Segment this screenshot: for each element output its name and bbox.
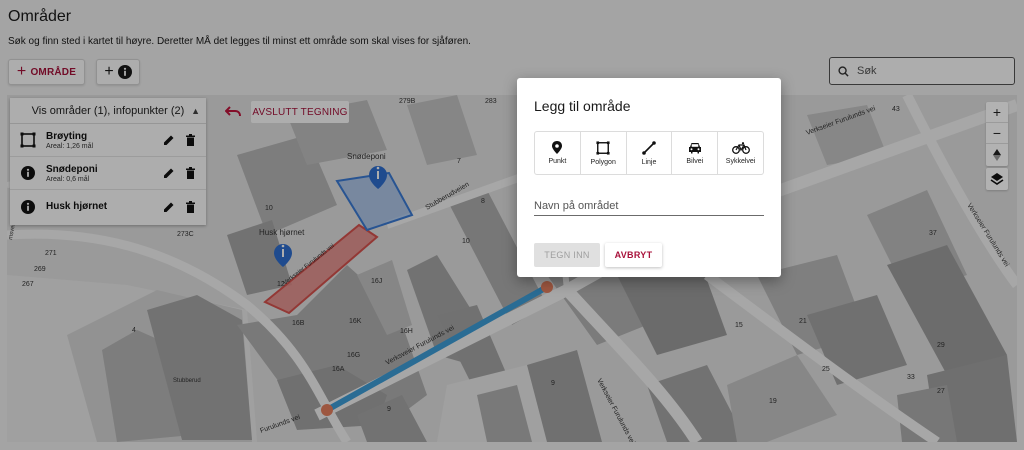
- layers-button[interactable]: [986, 168, 1008, 189]
- map-zoom-controls: + −: [986, 102, 1008, 166]
- type-option-bicycle-road[interactable]: Sykkelvei: [718, 132, 763, 174]
- info-icon: [21, 199, 35, 214]
- type-option-label: Bilvei: [686, 157, 704, 165]
- end-drawing-button[interactable]: AVSLUTT TEGNING: [251, 101, 349, 123]
- type-option-label: Punkt: [548, 158, 567, 165]
- edit-icon[interactable]: [163, 134, 175, 146]
- edit-icon[interactable]: [163, 167, 175, 179]
- map-layers-control[interactable]: [986, 168, 1008, 190]
- zoom-out-button[interactable]: −: [986, 123, 1008, 144]
- area-type-selector: Punkt Polygon Linje Bilvei Sykkelvei: [534, 131, 764, 175]
- undo-button[interactable]: [222, 101, 244, 123]
- info-icon: [21, 166, 35, 180]
- edit-icon[interactable]: [163, 201, 175, 213]
- layers-icon: [990, 172, 1004, 185]
- type-option-polygon[interactable]: Polygon: [581, 132, 627, 174]
- point-icon: [552, 141, 563, 154]
- layer-item-name: Brøyting: [46, 130, 88, 142]
- compass-icon: [993, 148, 1001, 161]
- type-option-label: Sykkelvei: [725, 157, 756, 165]
- layer-item[interactable]: Husk hjørnet: [10, 190, 206, 223]
- layer-panel: Vis områder (1), infopunkter (2) ▲ Brøyt…: [10, 98, 206, 225]
- layer-item[interactable]: Snødeponi Areal: 0,6 mål: [10, 157, 206, 190]
- type-option-point[interactable]: Punkt: [535, 132, 581, 174]
- delete-icon[interactable]: [185, 167, 196, 179]
- zoom-in-button[interactable]: +: [986, 102, 1008, 123]
- type-option-line[interactable]: Linje: [627, 132, 673, 174]
- area-name-input[interactable]: [534, 196, 764, 216]
- chevron-up-icon: ▲: [191, 106, 200, 116]
- delete-icon[interactable]: [185, 200, 196, 213]
- polygon-icon: [596, 140, 610, 155]
- layer-item-name: Snødeponi: [46, 163, 98, 175]
- undo-icon: [225, 106, 241, 117]
- layer-item-meta: Areal: 1,26 mål: [46, 142, 94, 150]
- dialog-title: Legg til område: [534, 98, 631, 114]
- draw-button[interactable]: TEGN INN: [534, 243, 600, 267]
- line-icon: [642, 140, 656, 155]
- add-area-dialog: Legg til område Punkt Polygon Linje Bilv…: [517, 78, 781, 277]
- cancel-button[interactable]: AVBRYT: [605, 243, 662, 267]
- type-option-car-road[interactable]: Bilvei: [672, 132, 719, 174]
- car-icon: [688, 142, 701, 153]
- layer-item-name: Husk hjørnet: [46, 201, 108, 212]
- bicycle-icon: [731, 141, 750, 154]
- compass-button[interactable]: [986, 144, 1008, 165]
- modal-backdrop[interactable]: [0, 0, 1024, 450]
- layer-item-meta: Areal: 0,6 mål: [46, 175, 90, 183]
- layer-item[interactable]: Brøyting Areal: 1,26 mål: [10, 124, 206, 157]
- type-option-label: Polygon: [590, 158, 616, 166]
- layer-panel-header[interactable]: Vis områder (1), infopunkter (2) ▲: [10, 98, 206, 124]
- layer-panel-title: Vis områder (1), infopunkter (2): [31, 104, 185, 117]
- type-option-label: Linje: [641, 158, 657, 166]
- delete-icon[interactable]: [185, 134, 196, 146]
- polygon-icon: [20, 132, 36, 148]
